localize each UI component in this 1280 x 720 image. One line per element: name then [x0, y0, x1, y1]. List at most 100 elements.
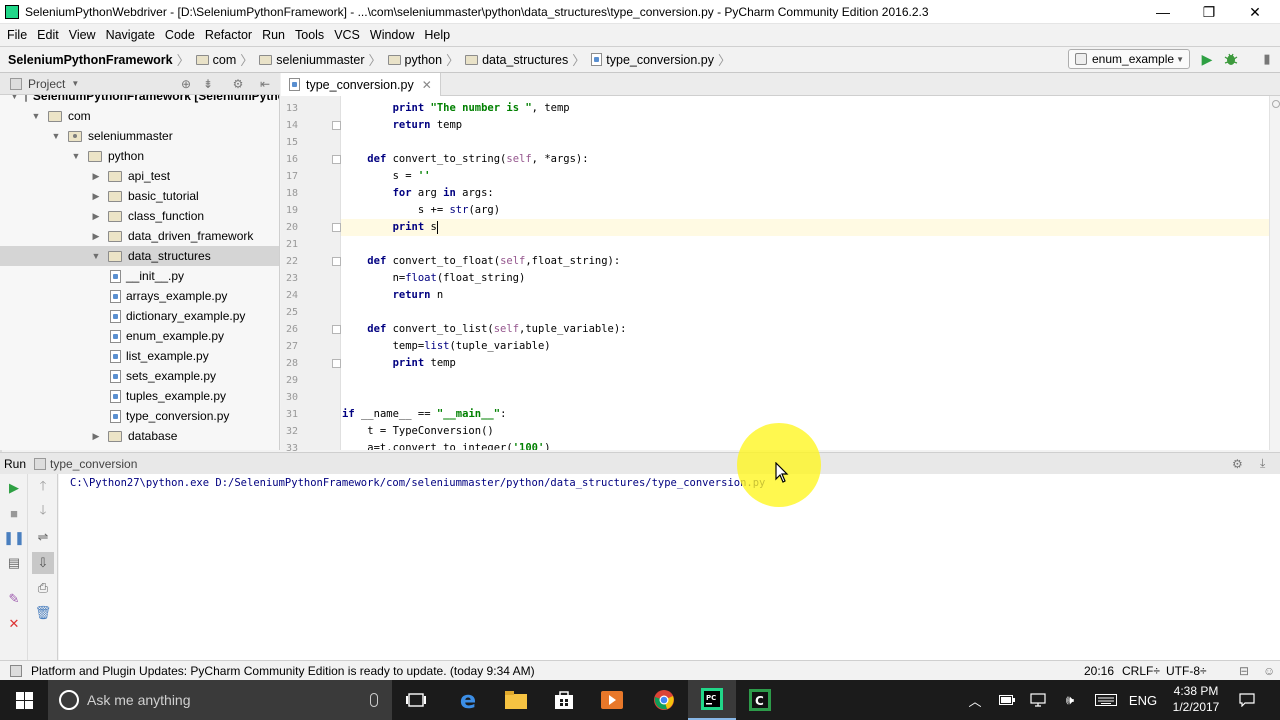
expand-arrow-icon[interactable]: ▼ — [10, 95, 19, 101]
pause-icon[interactable]: ❚❚ — [3, 527, 25, 549]
tree-item[interactable]: ▶ class_function — [0, 206, 279, 226]
hide-panel-icon[interactable]: ⤓ — [1260, 456, 1265, 471]
code-editor[interactable]: print "The number is ", temp return temp… — [341, 96, 1269, 450]
tree-item[interactable]: ▼ seleniummaster — [0, 126, 279, 146]
menu-file[interactable]: File — [2, 25, 32, 45]
tab-type-conversion[interactable]: type_conversion.py ✕ — [281, 73, 441, 96]
tree-item[interactable]: sets_example.py — [0, 366, 279, 386]
tree-item[interactable]: ▼ com — [0, 106, 279, 126]
fold-marker-icon[interactable] — [332, 155, 341, 164]
tree-item[interactable]: type_conversion.py — [0, 406, 279, 426]
menu-edit[interactable]: Edit — [32, 25, 64, 45]
close-button[interactable]: ✕ — [1232, 0, 1278, 24]
media-player-icon[interactable] — [588, 680, 636, 720]
collapse-arrow-icon[interactable]: ▶ — [90, 211, 102, 222]
store-icon[interactable] — [540, 680, 588, 720]
expand-arrow-icon[interactable]: ▼ — [70, 151, 82, 161]
editor-scrollbar[interactable] — [1269, 96, 1280, 450]
tree-item[interactable]: ▼ data_structures — [0, 246, 279, 266]
breadcrumb-item[interactable]: seleniummaster 〉 — [259, 50, 385, 69]
tree-item[interactable]: ▶ database — [0, 426, 279, 446]
file-explorer-icon[interactable] — [492, 680, 540, 720]
fold-marker-icon[interactable] — [332, 325, 341, 334]
menu-refactor[interactable]: Refactor — [200, 25, 257, 45]
tool-windows-icon[interactable] — [10, 664, 22, 677]
tree-item[interactable]: list_example.py — [0, 346, 279, 366]
collapse-arrow-icon[interactable]: ▶ — [90, 171, 102, 182]
rerun-icon[interactable]: ▶ — [3, 477, 25, 499]
project-view-selector[interactable]: Project ▼ — [0, 77, 79, 91]
network-icon[interactable] — [1028, 680, 1050, 720]
run-icon[interactable]: ▶ — [1198, 50, 1216, 68]
collapse-arrow-icon[interactable]: ▶ — [90, 231, 102, 242]
up-arrow-icon[interactable]: 🡑 — [32, 477, 54, 499]
scroll-to-end-icon[interactable]: ⇩ — [32, 552, 54, 574]
search-everywhere-icon[interactable]: ▮ — [1258, 50, 1276, 68]
minimize-button[interactable]: — — [1140, 0, 1186, 24]
volume-icon[interactable]: 🕪 — [1058, 680, 1082, 720]
status-message[interactable]: Platform and Plugin Updates: PyCharm Com… — [31, 664, 535, 678]
microphone-icon[interactable] — [370, 693, 378, 707]
keyboard-icon[interactable] — [1092, 680, 1120, 720]
fold-marker-icon[interactable] — [332, 121, 341, 130]
tree-item[interactable]: dictionary_example.py — [0, 306, 279, 326]
menu-navigate[interactable]: Navigate — [101, 25, 160, 45]
tree-item[interactable]: ▶ basic_tutorial — [0, 186, 279, 206]
show-hidden-icons-icon[interactable]: ︿ — [964, 680, 986, 720]
trash-icon[interactable]: 🗑 — [32, 602, 54, 624]
search-box[interactable]: Ask me anything — [48, 680, 392, 720]
editor-app-icon[interactable]: C — [736, 680, 784, 720]
tree-item[interactable] — [0, 446, 279, 450]
menu-code[interactable]: Code — [160, 25, 200, 45]
collapse-arrow-icon[interactable]: ▶ — [90, 431, 102, 442]
line-separator[interactable]: CRLF÷ — [1122, 661, 1160, 681]
edge-browser-icon[interactable]: e — [444, 680, 492, 720]
gear-icon[interactable]: ⚙ — [1232, 457, 1243, 471]
tree-item[interactable]: ▼ SeleniumPythonFramework [SeleniumPython… — [0, 95, 279, 106]
start-button[interactable] — [0, 680, 48, 720]
run-console[interactable]: C:\Python27\python.exe D:/SeleniumPython… — [59, 474, 1280, 660]
tree-item[interactable]: enum_example.py — [0, 326, 279, 346]
fold-marker-icon[interactable] — [332, 359, 341, 368]
collapse-all-icon[interactable]: ⇟ — [201, 77, 215, 91]
debug-bug-icon[interactable] — [1222, 50, 1240, 68]
restore-layout-icon[interactable]: ▤ — [3, 552, 25, 574]
tree-item[interactable]: arrays_example.py — [0, 286, 279, 306]
fold-marker-icon[interactable] — [332, 257, 341, 266]
breadcrumb-item[interactable]: SeleniumPythonFramework 〉 — [8, 50, 194, 69]
file-encoding[interactable]: UTF-8÷ — [1166, 661, 1207, 681]
close-tab-icon[interactable]: ✕ — [422, 78, 432, 92]
lock-icon[interactable]: ⊟ — [1239, 661, 1249, 681]
print-icon[interactable]: ⎙ — [32, 577, 54, 599]
tree-item[interactable]: ▶ data_driven_framework — [0, 226, 279, 246]
pycharm-taskbar-icon[interactable]: PC — [688, 680, 736, 720]
menu-help[interactable]: Help — [419, 25, 455, 45]
menu-vcs[interactable]: VCS — [329, 25, 365, 45]
run-configuration-select[interactable]: enum_example ▼ — [1068, 49, 1190, 69]
breadcrumb-item[interactable]: type_conversion.py 〉 — [591, 50, 735, 69]
chrome-icon[interactable] — [640, 680, 688, 720]
expand-arrow-icon[interactable]: ▼ — [50, 131, 62, 141]
menu-tools[interactable]: Tools — [290, 25, 329, 45]
caret-position[interactable]: 20:16 — [1084, 661, 1114, 681]
tree-item[interactable]: ▼ python — [0, 146, 279, 166]
menu-window[interactable]: Window — [365, 25, 419, 45]
clock[interactable]: 4:38 PM 1/2/2017 — [1162, 683, 1230, 715]
collapse-arrow-icon[interactable]: ▶ — [90, 191, 102, 202]
tree-item[interactable]: __init__.py — [0, 266, 279, 286]
task-view-icon[interactable] — [392, 680, 440, 720]
breadcrumb-item[interactable]: python 〉 — [387, 50, 464, 69]
pin-icon[interactable]: ✎ — [3, 588, 25, 610]
menu-run[interactable]: Run — [257, 25, 290, 45]
soft-wrap-icon[interactable]: ⇌ — [32, 526, 54, 548]
stop-icon[interactable]: ■ — [3, 502, 25, 524]
action-center-icon[interactable] — [1232, 680, 1262, 720]
expand-arrow-icon[interactable]: ▼ — [90, 251, 102, 261]
maximize-button[interactable]: ❐ — [1186, 0, 1232, 24]
breadcrumb-item[interactable]: com 〉 — [195, 50, 258, 69]
expand-arrow-icon[interactable]: ▼ — [30, 111, 42, 121]
hector-icon[interactable]: ☺ — [1263, 661, 1275, 681]
down-arrow-icon[interactable]: 🡓 — [32, 501, 54, 523]
tree-item[interactable]: ▶ api_test — [0, 166, 279, 186]
gear-icon[interactable]: ⚙ — [231, 77, 245, 91]
